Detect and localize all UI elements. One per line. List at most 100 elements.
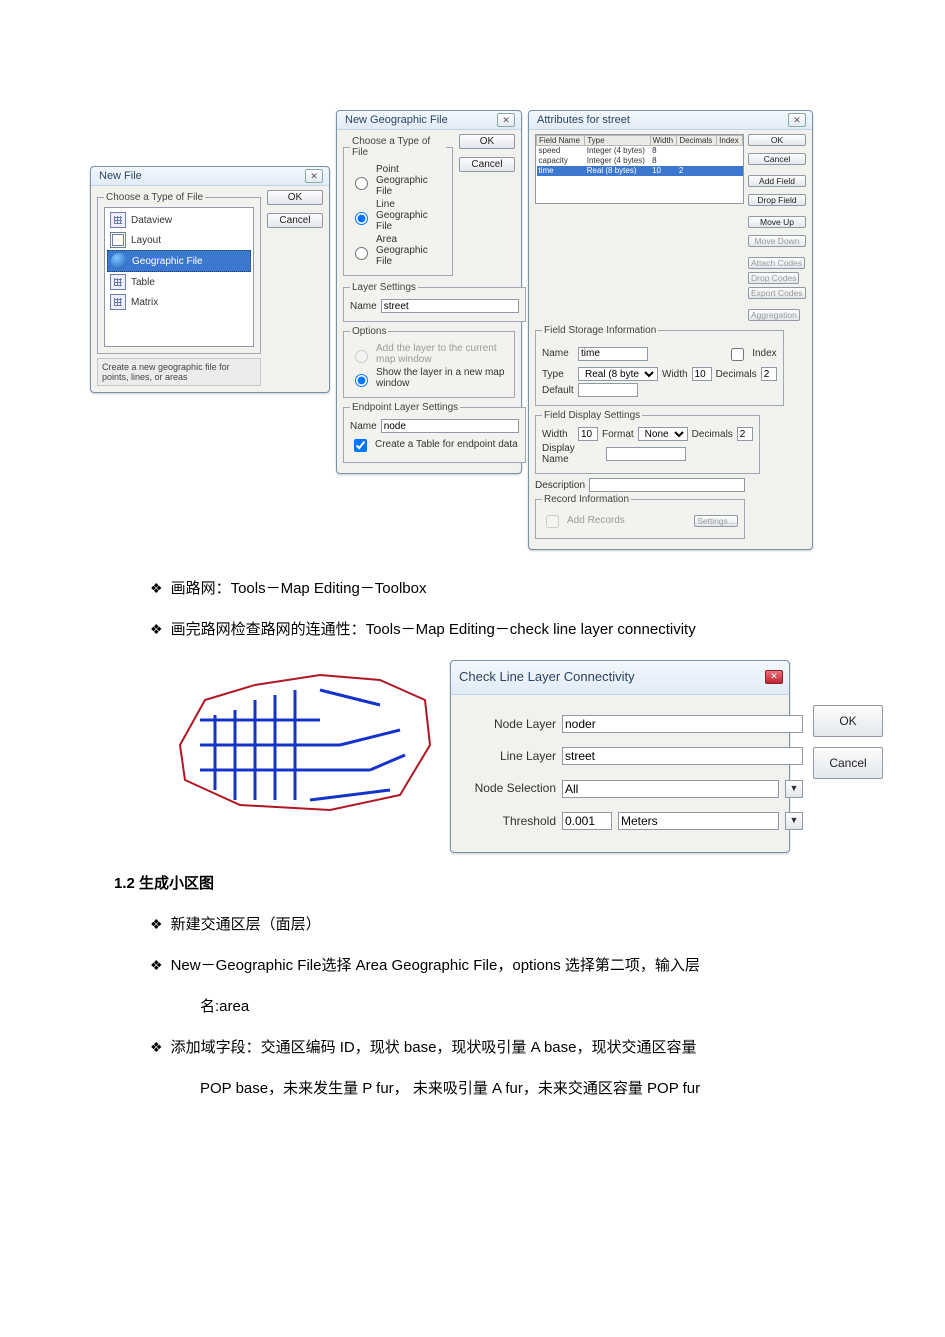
radio-input[interactable] [355, 212, 368, 225]
checkbox-input[interactable] [731, 348, 744, 361]
checkbox-input[interactable] [354, 439, 367, 452]
node-layer-input[interactable] [562, 715, 803, 733]
bullet-icon: ❖ [150, 622, 163, 636]
list-item-matrix[interactable]: Matrix [107, 292, 251, 312]
radio-point-geo[interactable]: Point Geographic File [350, 164, 446, 197]
table-row[interactable]: speed Integer (4 bytes) 8 [537, 146, 743, 156]
top-screenshot-cluster: New File ✕ Choose a Type of File Datavie… [90, 110, 855, 550]
group-endpoint-label: Endpoint Layer Settings [350, 402, 460, 413]
cancel-button[interactable]: Cancel [748, 153, 806, 165]
list-item-geographic-file[interactable]: Geographic File [107, 250, 251, 272]
move-down-button: Move Down [748, 235, 806, 247]
col-width: Width [650, 136, 677, 146]
node-selection-input[interactable] [562, 780, 779, 798]
storage-index-checkbox[interactable]: Index [727, 344, 776, 363]
storage-type-select[interactable]: Real (8 bytes) [578, 367, 658, 381]
storage-default-label: Default [542, 385, 574, 396]
group-display-label: Field Display Settings [542, 410, 642, 421]
radio-input[interactable] [355, 374, 368, 387]
layer-name-label: Name [350, 301, 377, 312]
radio-show-new[interactable]: Show the layer in a new map window [350, 367, 508, 389]
close-icon[interactable]: ✕ [497, 113, 515, 127]
cancel-button[interactable]: Cancel [813, 747, 883, 779]
group-type-label: Choose a Type of File [350, 136, 446, 158]
display-decimals-label: Decimals [692, 429, 733, 440]
ok-button[interactable]: OK [267, 190, 323, 205]
ok-button[interactable]: OK [748, 134, 806, 146]
globe-icon [111, 253, 127, 269]
group-storage-label: Field Storage Information [542, 325, 658, 336]
ok-button[interactable]: OK [813, 705, 883, 737]
settings-button: Settings... [694, 515, 738, 527]
close-icon[interactable]: ✕ [305, 169, 323, 183]
endpoint-name-input[interactable] [381, 419, 519, 433]
line-layer-label: Line Layer [461, 743, 556, 769]
table-row[interactable]: capacity Integer (4 bytes) 8 [537, 156, 743, 166]
move-up-button[interactable]: Move Up [748, 216, 806, 228]
radio-area-geo[interactable]: Area Geographic File [350, 234, 446, 267]
storage-decimals-input[interactable] [761, 367, 777, 381]
table-row-selected[interactable]: time Real (8 bytes) 10 2 [537, 166, 743, 176]
radio-input[interactable] [355, 247, 368, 260]
display-name-input[interactable] [606, 447, 686, 461]
display-decimals-input[interactable] [737, 427, 753, 441]
list-item-dataview[interactable]: Dataview [107, 210, 251, 230]
storage-name-label: Name [542, 348, 574, 359]
road-network-figure [170, 660, 440, 820]
threshold-unit-input[interactable] [618, 812, 779, 830]
dialog-attributes-street: Attributes for street ✕ Field Name Type … [528, 110, 813, 550]
bullet-icon: ❖ [150, 958, 163, 972]
ok-button[interactable]: OK [459, 134, 515, 149]
radio-line-geo[interactable]: Line Geographic File [350, 199, 446, 232]
drop-field-button[interactable]: Drop Field [748, 194, 806, 206]
attach-codes-button: Attach Codes [748, 257, 805, 269]
display-width-label: Width [542, 429, 574, 440]
aggregation-button: Aggregation [748, 309, 800, 321]
dialog-new-file: New File ✕ Choose a Type of File Datavie… [90, 166, 330, 393]
storage-type-label: Type [542, 369, 574, 380]
description-input[interactable] [589, 478, 745, 492]
storage-width-label: Width [662, 369, 688, 380]
export-codes-button: Export Codes [748, 287, 806, 299]
node-selection-label: Node Selection [461, 775, 556, 801]
display-format-label: Format [602, 429, 634, 440]
storage-default-input[interactable] [578, 383, 638, 397]
cancel-button[interactable]: Cancel [459, 157, 515, 172]
radio-input[interactable] [355, 177, 368, 190]
col-type: Type [585, 136, 650, 146]
list-item-layout[interactable]: Layout [107, 230, 251, 250]
group-label: Choose a Type of File [104, 192, 205, 203]
bullet-text-2: 画完路网检查路网的连通性：Tools－Map Editing－check lin… [171, 613, 696, 646]
dropdown-icon[interactable]: ▼ [785, 780, 803, 798]
threshold-input[interactable] [562, 812, 612, 830]
add-field-button[interactable]: Add Field [748, 175, 806, 187]
bullet-text-1: 画路网：Tools－Map Editing－Toolbox [171, 572, 427, 605]
file-type-list[interactable]: Dataview Layout Geographic File [104, 207, 254, 347]
fields-table[interactable]: Field Name Type Width Decimals Index spe… [535, 134, 744, 204]
section-heading: 1.2 生成小区图 [114, 867, 855, 900]
endpoint-name-label: Name [350, 421, 377, 432]
display-format-select[interactable]: None [638, 427, 688, 441]
mid-figure-row: Check Line Layer Connectivity ✕ Node Lay… [170, 660, 855, 853]
storage-name-input[interactable] [578, 347, 648, 361]
display-width-input[interactable] [578, 427, 598, 441]
bullet-text-3: 新建交通区层（面层） [171, 908, 321, 941]
hint-text: Create a new geographic file for points,… [97, 358, 261, 386]
storage-width-input[interactable] [692, 367, 712, 381]
close-icon[interactable]: ✕ [765, 670, 783, 684]
matrix-icon [110, 294, 126, 310]
list-item-table[interactable]: Table [107, 272, 251, 292]
drop-codes-button: Drop Codes [748, 272, 799, 284]
bullet-icon: ❖ [150, 581, 163, 595]
layer-name-input[interactable] [381, 299, 519, 313]
dialog-title: Check Line Layer Connectivity [459, 663, 635, 692]
checkbox-input [546, 515, 559, 528]
close-icon[interactable]: ✕ [788, 113, 806, 127]
col-decimals: Decimals [677, 136, 717, 146]
bullet-text-4-cont: 名:area [90, 990, 855, 1023]
cancel-button[interactable]: Cancel [267, 213, 323, 228]
endpoint-create-table-checkbox[interactable]: Create a Table for endpoint data [350, 435, 519, 454]
line-layer-input[interactable] [562, 747, 803, 765]
dropdown-icon[interactable]: ▼ [785, 812, 803, 830]
group-layer-label: Layer Settings [350, 282, 418, 293]
